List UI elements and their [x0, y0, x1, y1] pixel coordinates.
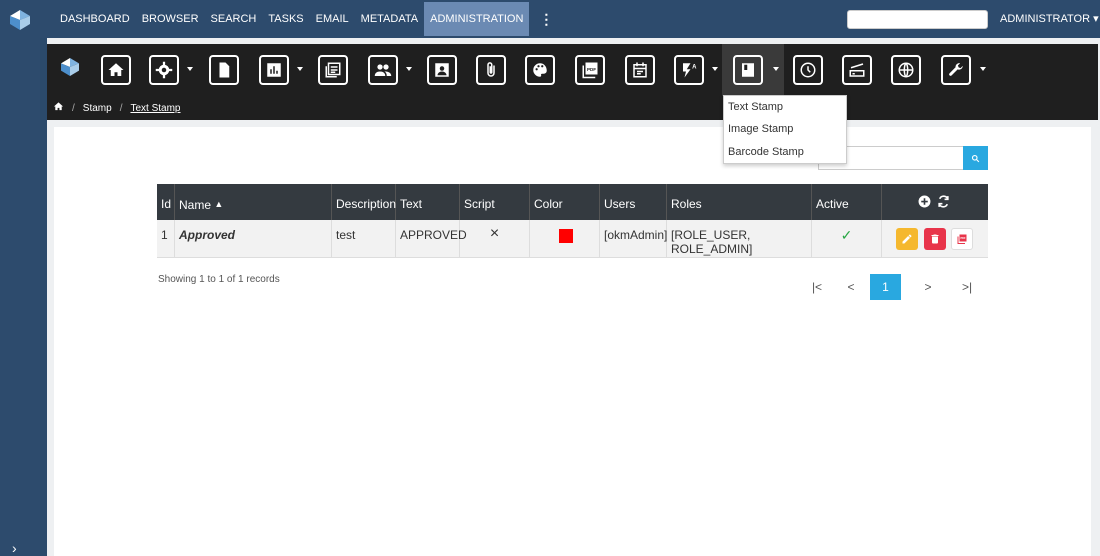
automation-icon[interactable]: A	[674, 55, 704, 85]
news-icon[interactable]	[318, 55, 348, 85]
gear-icon[interactable]	[149, 55, 179, 85]
cell-roles: [ROLE_USER, ROLE_ADMIN]	[667, 220, 812, 258]
cell-id: 1	[157, 220, 175, 258]
svg-text:PDF: PDF	[961, 237, 966, 240]
cell-name: Approved	[175, 220, 332, 258]
expand-chevron-icon[interactable]: ›	[12, 540, 17, 556]
dropdown-item-barcode-stamp[interactable]: Barcode Stamp	[728, 146, 804, 158]
cell-text: APPROVED	[396, 220, 467, 258]
edit-button[interactable]	[896, 228, 918, 250]
left-rail: ›	[0, 0, 40, 556]
svg-text:A: A	[692, 65, 697, 71]
search-icon	[971, 154, 980, 162]
stamp-dropdown-caret-icon[interactable]	[773, 67, 779, 71]
trash-icon	[931, 234, 939, 244]
user-icon[interactable]	[427, 55, 457, 85]
column-header-text[interactable]: Text	[396, 184, 460, 220]
column-header-id[interactable]: Id	[157, 184, 175, 220]
clock-icon[interactable]	[793, 55, 823, 85]
breadcrumb-separator: /	[119, 102, 123, 114]
nav-metadata[interactable]: METADATA	[355, 2, 424, 36]
users-dropdown-caret-icon[interactable]	[406, 67, 412, 71]
cell-color	[530, 220, 600, 258]
document-icon[interactable]	[209, 55, 239, 85]
wrench-icon[interactable]	[941, 55, 971, 85]
refresh-icon[interactable]	[937, 195, 950, 208]
top-navbar: DASHBOARD BROWSER SEARCH TASKS EMAIL MET…	[40, 0, 1100, 38]
attachment-icon[interactable]	[476, 55, 506, 85]
records-info: Showing 1 to 1 of 1 records	[158, 274, 280, 285]
nav-browser[interactable]: BROWSER	[136, 2, 205, 36]
stamp-icon[interactable]	[733, 55, 763, 85]
wrench-dropdown-caret-icon[interactable]	[980, 67, 986, 71]
color-swatch	[559, 229, 573, 243]
column-header-description[interactable]: Description	[332, 184, 396, 220]
stamp-type-dropdown: Text Stamp Image Stamp Barcode Stamp	[723, 95, 847, 164]
dropdown-item-image-stamp[interactable]: Image Stamp	[728, 123, 793, 135]
column-header-roles[interactable]: Roles	[667, 184, 812, 220]
report-icon[interactable]	[259, 55, 289, 85]
dropdown-item-text-stamp[interactable]: Text Stamp	[728, 101, 783, 113]
pdf-file-icon: PDF	[957, 234, 967, 244]
calendar-icon[interactable]	[625, 55, 655, 85]
svg-text:PDF: PDF	[587, 67, 596, 72]
breadcrumb-separator: /	[72, 102, 75, 114]
more-menu-icon[interactable]: ⋮	[529, 2, 563, 36]
pencil-icon	[902, 234, 912, 244]
cell-active-check-icon: ✓	[812, 220, 882, 258]
cell-actions: PDF	[882, 220, 988, 258]
nav-tasks[interactable]: TASKS	[262, 2, 309, 36]
main-nav: DASHBOARD BROWSER SEARCH TASKS EMAIL MET…	[54, 0, 563, 38]
scanner-icon[interactable]	[842, 55, 872, 85]
table-header: Id Name ▲ Description Text Script Color …	[157, 184, 988, 220]
palette-icon[interactable]	[525, 55, 555, 85]
column-header-name[interactable]: Name ▲	[175, 184, 332, 220]
breadcrumb: / Stamp / Text Stamp	[47, 96, 1098, 120]
users-icon[interactable]	[368, 55, 398, 85]
automation-dropdown-caret-icon[interactable]	[712, 67, 718, 71]
home-icon[interactable]	[101, 55, 131, 85]
prev-page-button[interactable]: <	[839, 274, 863, 300]
nav-administration[interactable]: ADMINISTRATION	[424, 2, 530, 36]
user-menu[interactable]: ADMINISTRATOR ▾	[1000, 12, 1099, 25]
column-header-color[interactable]: Color	[530, 184, 600, 220]
report-dropdown-caret-icon[interactable]	[297, 67, 303, 71]
last-page-button[interactable]: >|	[955, 274, 979, 300]
cell-description: test	[332, 220, 396, 258]
page-button-1[interactable]: 1	[870, 274, 901, 300]
breadcrumb-stamp[interactable]: Stamp	[83, 103, 112, 114]
breadcrumb-text-stamp[interactable]: Text Stamp	[130, 103, 180, 114]
pdf-icon[interactable]: PDF	[575, 55, 605, 85]
column-header-users[interactable]: Users	[600, 184, 667, 220]
pdf-preview-button[interactable]: PDF	[951, 228, 973, 250]
nav-dashboard[interactable]: DASHBOARD	[54, 2, 136, 36]
delete-button[interactable]	[924, 228, 946, 250]
next-page-button[interactable]: >	[916, 274, 940, 300]
search-button[interactable]	[963, 146, 988, 170]
column-header-active[interactable]: Active	[812, 184, 882, 220]
global-search-input[interactable]	[847, 10, 988, 29]
nav-search[interactable]: SEARCH	[205, 2, 263, 36]
globe-icon[interactable]	[891, 55, 921, 85]
nav-email[interactable]: EMAIL	[310, 2, 355, 36]
add-icon[interactable]	[918, 195, 931, 208]
table-row[interactable]: 1 Approved test APPROVED × [okmAdmin] [R…	[157, 220, 988, 258]
app-logo-icon[interactable]	[10, 10, 30, 30]
cell-users: [okmAdmin]	[600, 220, 667, 258]
toolbar-logo-icon	[61, 58, 79, 76]
cell-script-close-icon: ×	[460, 220, 530, 258]
first-page-button[interactable]: |<	[805, 274, 829, 300]
sort-asc-icon: ▲	[214, 199, 224, 209]
breadcrumb-home-icon[interactable]	[53, 101, 64, 115]
gear-dropdown-caret-icon[interactable]	[187, 67, 193, 71]
column-header-script[interactable]: Script	[460, 184, 530, 220]
